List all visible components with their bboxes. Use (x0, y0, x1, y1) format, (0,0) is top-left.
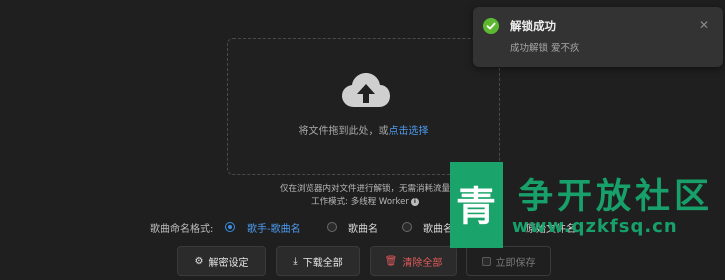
decrypt-settings-label: 解密设定 (208, 257, 249, 269)
work-mode-note: 工作模式: 多线程 Worker (311, 197, 409, 207)
gear-icon: ⚙ (194, 255, 204, 267)
trash-icon: 🗑 (384, 255, 398, 267)
upload-hint: 将文件拖到此处，或点击选择 (228, 122, 499, 137)
info-icon[interactable]: i (410, 197, 419, 206)
watermark-badge-char: 青 (456, 184, 496, 230)
upload-dropzone[interactable]: 将文件拖到此处，或点击选择 (227, 38, 500, 175)
option-song-2-label[interactable]: 歌曲名 (423, 220, 453, 235)
clear-all-label: 清除全部 (402, 257, 443, 269)
option-song-label[interactable]: 歌曲名 (348, 220, 378, 235)
radio-singer-song[interactable] (225, 222, 235, 232)
radio-song-2[interactable] (402, 222, 412, 232)
download-all-button[interactable]: ⤓ 下载全部 (276, 246, 360, 276)
watermark-badge: 青 (450, 162, 503, 248)
upload-hint-text: 将文件拖到此处，或 (298, 126, 389, 137)
close-icon[interactable]: ✕ (699, 19, 709, 31)
success-toast: 解锁成功 成功解锁 爱不疚 ✕ (473, 7, 723, 67)
check-circle-icon (483, 18, 499, 34)
naming-format-label: 歌曲命名格式: (150, 224, 214, 235)
radio-song[interactable] (327, 222, 337, 232)
save-now-button[interactable]: 立即保存 (466, 246, 551, 276)
download-icon: ⤓ (293, 255, 298, 267)
save-now-checkbox[interactable] (481, 256, 491, 266)
download-all-label: 下载全部 (302, 257, 343, 269)
option-singer-song-label[interactable]: 歌手-歌曲名 (247, 220, 301, 235)
save-now-label: 立即保存 (495, 257, 536, 269)
watermark-url: www.qzkfsq.cn (512, 216, 678, 237)
clear-all-button[interactable]: 🗑 清除全部 (370, 246, 457, 276)
toast-message: 成功解锁 爱不疚 (510, 43, 580, 54)
upload-cloud-icon (342, 73, 390, 107)
watermark-title: 争开放社区 (518, 177, 714, 217)
decrypt-settings-button[interactable]: ⚙ 解密设定 (177, 246, 266, 276)
toast-title: 解锁成功 (510, 19, 556, 33)
select-file-link[interactable]: 点击选择 (389, 126, 429, 137)
